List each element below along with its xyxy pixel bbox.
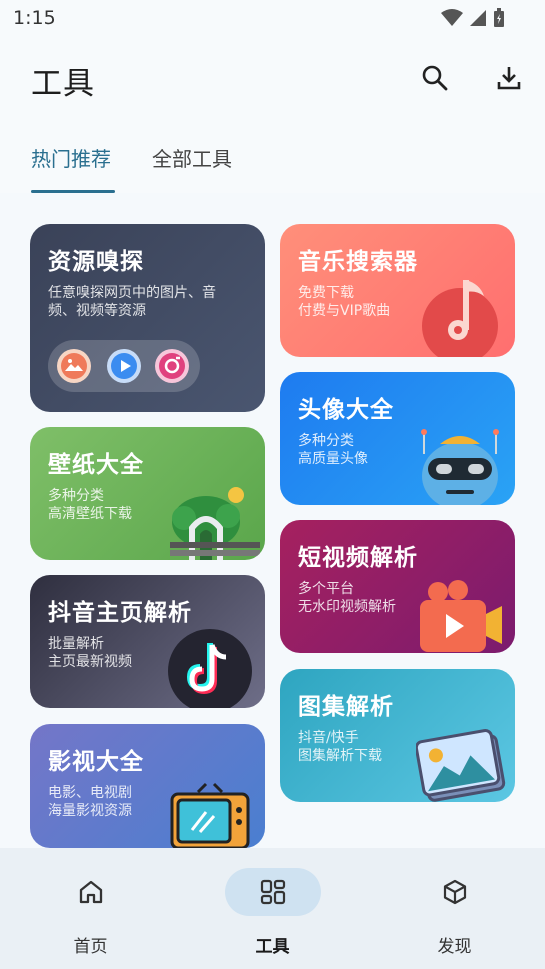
cube-icon — [443, 879, 466, 905]
card-douyin-profile[interactable]: 抖音主页解析 批量解析 主页最新视频 — [30, 575, 265, 708]
status-time: 1:15 — [13, 7, 56, 29]
card-music-search[interactable]: 音乐搜索器 免费下载 付费与VIP歌曲 — [280, 224, 515, 357]
grid-icon — [260, 879, 285, 905]
card-desc: 抖音/快手 图集解析下载 — [298, 730, 382, 764]
card-title: 短视频解析 — [298, 545, 418, 571]
battery-icon — [494, 8, 504, 27]
card-avatar[interactable]: 头像大全 多种分类 高质量头像 — [280, 372, 515, 505]
photo-gallery-icon — [416, 729, 506, 802]
card-wallpaper[interactable]: 壁纸大全 多种分类 高清壁纸下载 — [30, 427, 265, 560]
card-desc: 电影、电视剧 海量影视资源 — [48, 785, 132, 819]
card-resource-sniff[interactable]: 资源嗅探 任意嗅探网页中的图片、音 频、视频等资源 — [30, 224, 265, 412]
card-desc: 任意嗅探网页中的图片、音 频、视频等资源 — [48, 285, 216, 319]
nav-label: 工具 — [255, 937, 290, 957]
nav-icon-container — [224, 868, 321, 916]
video-icon — [107, 349, 141, 383]
tab-all-tools[interactable]: 全部工具 — [152, 143, 232, 172]
nav-home[interactable]: 首页 — [0, 848, 181, 969]
tab-hot[interactable]: 热门推荐 — [31, 143, 111, 172]
card-gallery[interactable]: 图集解析 抖音/快手 图集解析下载 — [280, 669, 515, 802]
top-app-bar: 1:15 工具 热门推荐 全部工具 — [0, 0, 545, 193]
tv-icon — [170, 782, 250, 848]
card-desc: 免费下载 付费与VIP歌曲 — [298, 285, 391, 319]
download-button[interactable] — [493, 62, 525, 94]
card-desc: 多个平台 无水印视频解析 — [298, 581, 396, 615]
signal-icon — [470, 10, 486, 26]
tiktok-icon — [168, 629, 252, 708]
music-note-icon — [422, 280, 498, 357]
music-icon — [155, 349, 189, 383]
media-type-chips — [48, 340, 200, 392]
nav-label: 首页 — [73, 937, 108, 957]
card-desc: 多种分类 高清壁纸下载 — [48, 488, 132, 522]
card-title: 资源嗅探 — [48, 249, 144, 275]
status-icons — [441, 8, 505, 28]
robot-icon — [421, 429, 499, 505]
home-icon — [79, 880, 102, 904]
search-icon — [422, 65, 448, 91]
image-icon — [57, 349, 91, 383]
nav-tools[interactable]: 工具 — [182, 848, 363, 969]
nav-icon-container — [407, 868, 503, 916]
card-title: 抖音主页解析 — [48, 600, 192, 626]
card-title: 壁纸大全 — [48, 452, 144, 478]
card-movies[interactable]: 影视大全 电影、电视剧 海量影视资源 — [30, 724, 265, 848]
wifi-icon — [441, 9, 463, 26]
card-title: 影视大全 — [48, 749, 144, 775]
status-bar: 1:15 — [0, 0, 545, 36]
tab-indicator — [31, 190, 115, 193]
card-short-video[interactable]: 短视频解析 多个平台 无水印视频解析 — [280, 520, 515, 653]
card-desc: 批量解析 主页最新视频 — [48, 636, 132, 670]
nav-label: 发现 — [437, 937, 472, 957]
search-button[interactable] — [419, 62, 451, 94]
download-icon — [497, 67, 521, 90]
card-title: 头像大全 — [298, 397, 394, 423]
nav-discover[interactable]: 发现 — [364, 848, 545, 969]
nav-icon-container — [43, 868, 139, 916]
garden-arch-icon — [170, 487, 260, 560]
video-camera-icon — [420, 580, 502, 652]
card-desc: 多种分类 高质量头像 — [298, 433, 368, 467]
page-title: 工具 — [31, 66, 95, 102]
bottom-navigation: 首页 工具 发现 — [0, 848, 545, 969]
card-title: 图集解析 — [298, 694, 394, 720]
card-title: 音乐搜索器 — [298, 249, 418, 275]
